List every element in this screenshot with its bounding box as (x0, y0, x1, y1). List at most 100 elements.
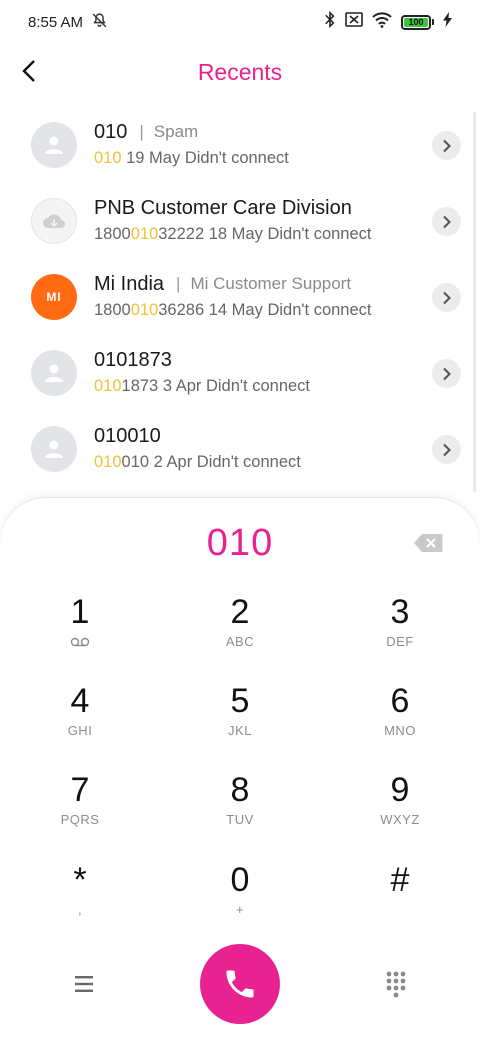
call-date: 14 May (208, 301, 263, 319)
call-date: 18 May (208, 225, 263, 243)
number-match: 010 (94, 149, 122, 167)
chevron-left-icon (22, 60, 35, 82)
recent-call-item[interactable]: PNB Customer Care Division 180001032222 … (0, 183, 480, 259)
dialpad-toggle-button[interactable] (383, 970, 409, 998)
details-button[interactable] (432, 283, 461, 312)
avatar (31, 350, 77, 396)
phone-icon (226, 970, 254, 998)
separator: | (176, 274, 181, 293)
dialpad-icon (386, 971, 406, 998)
dialer-bottom-bar (0, 944, 480, 1024)
key-2[interactable]: 2 ABC (180, 592, 300, 672)
header: Recents (0, 44, 480, 100)
key-letters: JKL (228, 723, 252, 738)
contact-tag: Spam (153, 122, 199, 141)
mi-logo-icon: MI (46, 290, 62, 304)
number-rest: 36286 (158, 301, 205, 319)
back-button[interactable] (14, 56, 44, 86)
key-3[interactable]: 3 DEF (340, 592, 460, 672)
battery-icon: 100 (401, 14, 434, 30)
key-digit: 4 (70, 682, 90, 720)
wifi-icon (372, 11, 392, 33)
details-button[interactable] (432, 207, 461, 236)
contact-name: 010 (94, 120, 128, 143)
person-icon (45, 440, 63, 458)
call-button[interactable] (200, 944, 280, 1024)
avatar (31, 122, 77, 168)
page-title: Recents (197, 58, 283, 85)
number-prefix: 1800 (94, 301, 131, 319)
key-letters: WXYZ (380, 812, 420, 827)
number-rest: 1873 (121, 377, 159, 395)
key-digit: 8 (230, 771, 250, 809)
key-letters: TUV (226, 812, 254, 827)
backspace-icon (414, 534, 443, 552)
chevron-right-icon (443, 443, 451, 456)
key-digit: 6 (390, 682, 410, 720)
recent-call-item[interactable]: 010010 010010 2 Apr Didn't connect (0, 411, 480, 487)
charging-icon (443, 12, 452, 32)
call-status: Didn't connect (205, 377, 311, 395)
dialed-number[interactable]: 010 (0, 522, 480, 565)
avatar (31, 426, 77, 472)
key-digit: 3 (390, 593, 410, 631)
battery-level: 100 (404, 17, 428, 27)
chevron-right-icon (443, 215, 451, 228)
status-bar: 8:55 AM 100 (0, 0, 480, 44)
avatar (31, 198, 77, 244)
details-button[interactable] (432, 359, 461, 388)
key-letters: GHI (67, 723, 93, 738)
dialer-panel: 010 1 2 ABC 3 DEF 4 GHI 5 JKL 6 MNO 7 PQ… (0, 498, 480, 1040)
contact-name: Mi India (94, 272, 165, 295)
recent-call-item[interactable]: 0101873 0101873 3 Apr Didn't connect (0, 335, 480, 411)
call-date: 2 Apr (153, 453, 193, 471)
scrollbar[interactable] (473, 112, 476, 492)
number-match: 010 (130, 301, 159, 319)
key-digit: 9 (390, 771, 410, 809)
key-hash[interactable]: # (340, 860, 460, 940)
key-8[interactable]: 8 TUV (180, 770, 300, 850)
menu-button[interactable] (70, 972, 100, 996)
key-digit: 5 (230, 682, 250, 720)
number-rest: 32222 (158, 225, 205, 243)
key-5[interactable]: 5 JKL (180, 681, 300, 761)
backspace-button[interactable] (413, 533, 443, 553)
separator: | (139, 122, 144, 141)
key-letters: DEF (386, 634, 414, 649)
key-letters: PQRS (60, 812, 100, 827)
call-status: Didn't connect (267, 225, 372, 243)
details-button[interactable] (432, 131, 461, 160)
dnd-off-icon (91, 12, 108, 33)
key-letters: ABC (225, 634, 255, 649)
menu-icon (75, 976, 93, 992)
key-digit: # (390, 861, 410, 899)
key-star[interactable]: * , (20, 860, 140, 940)
number-match: 010 (94, 377, 122, 395)
person-icon (45, 136, 63, 154)
number-rest: 010 (121, 453, 150, 471)
key-digit: 7 (70, 771, 90, 809)
key-6[interactable]: 6 MNO (340, 681, 460, 761)
no-sim-icon (345, 12, 363, 32)
recent-call-item[interactable]: MI Mi India | Mi Customer Support 180001… (0, 259, 480, 335)
key-letters: , (77, 902, 83, 917)
key-letters: + (235, 902, 245, 917)
key-4[interactable]: 4 GHI (20, 681, 140, 761)
call-status: Didn't connect (267, 301, 372, 319)
call-status: Didn't connect (196, 453, 301, 471)
key-0[interactable]: 0 + (180, 860, 300, 940)
key-1[interactable]: 1 (20, 592, 140, 672)
key-letters: MNO (384, 723, 416, 738)
details-button[interactable] (432, 435, 461, 464)
bluetooth-icon (324, 10, 336, 33)
key-7[interactable]: 7 PQRS (20, 770, 140, 850)
key-9[interactable]: 9 WXYZ (340, 770, 460, 850)
contact-tag: Mi Customer Support (190, 274, 352, 293)
contact-name: 0101873 (94, 348, 172, 371)
call-date: 3 Apr (162, 377, 202, 395)
call-date: 19 May (126, 149, 181, 167)
key-digit: 1 (70, 593, 90, 631)
call-status: Didn't connect (184, 149, 289, 167)
recent-call-item[interactable]: 010 | Spam 010 19 May Didn't connect (0, 107, 480, 183)
chevron-right-icon (443, 367, 451, 380)
